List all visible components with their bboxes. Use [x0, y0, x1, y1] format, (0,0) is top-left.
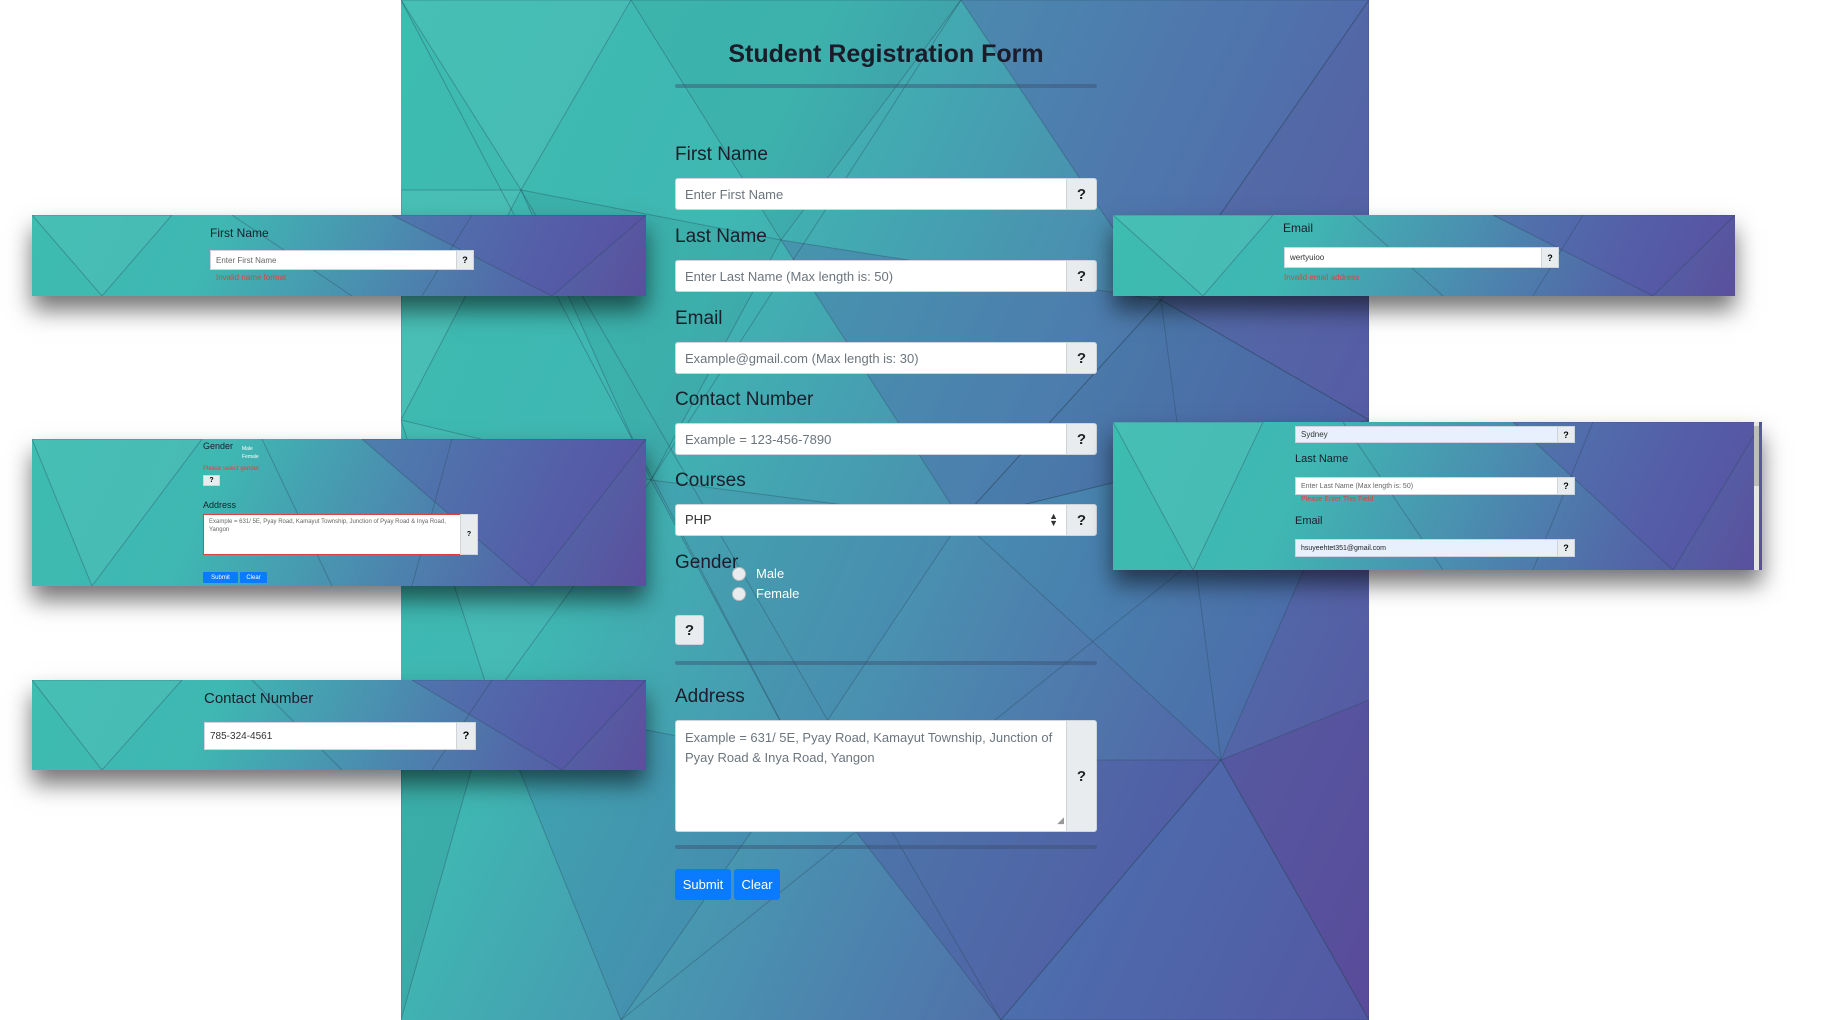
help-icon[interactable]: ?: [1066, 504, 1097, 536]
first-name-input[interactable]: Enter First Name: [210, 250, 456, 270]
clear-button[interactable]: Clear: [240, 572, 267, 583]
resize-handle-icon[interactable]: ◢: [1057, 810, 1064, 830]
contact-input[interactable]: 785-324-4561: [204, 722, 456, 750]
help-icon[interactable]: ?: [1557, 477, 1575, 495]
divider: [675, 661, 1097, 665]
select-arrows-icon: ▲ ▼: [1049, 511, 1058, 528]
address-textarea[interactable]: Example = 631/ 5E, Pyay Road, Kamayut To…: [203, 514, 460, 555]
first-name-group: Enter First Name ?: [210, 250, 474, 270]
courses-label: Courses: [675, 470, 746, 491]
gender-option-label: Male: [756, 566, 785, 581]
first-name-group: ?: [675, 178, 1097, 210]
overlay-filled-form: Sydney ? Last Name Enter Last Name (Max …: [1113, 422, 1762, 570]
first-name-input[interactable]: [675, 178, 1066, 210]
submit-button[interactable]: Submit: [675, 869, 731, 900]
address-label: Address: [203, 500, 237, 510]
submit-button[interactable]: Submit: [203, 572, 238, 583]
gender-error: Please select gender: [203, 466, 260, 472]
email-label: Email: [1283, 221, 1314, 235]
last-name-group: Enter Last Name (Max length is: 50) ?: [1295, 477, 1575, 495]
address-group: Example = 631/ 5E, Pyay Road, Kamayut To…: [203, 514, 478, 555]
gender-label: Gender: [203, 441, 234, 451]
help-icon[interactable]: ?: [1066, 720, 1097, 832]
overlay-contact-filled: Contact Number 785-324-4561 ?: [32, 680, 646, 770]
help-icon[interactable]: ?: [1066, 178, 1097, 210]
courses-group: PHP ▲ ▼ ?: [675, 504, 1097, 536]
email-group: hsuyeehtet351@gmail.com ?: [1295, 539, 1575, 557]
last-name-error: Please Enter This Field: [1301, 496, 1374, 503]
last-name-group: ?: [675, 260, 1097, 292]
contact-input[interactable]: [675, 423, 1066, 455]
email-error: Invalid email address: [1284, 273, 1360, 282]
email-label: Email: [675, 308, 723, 329]
radio-male[interactable]: [732, 566, 746, 581]
scrollbar-thumb[interactable]: [1754, 426, 1759, 486]
courses-select[interactable]: PHP ▲ ▼: [675, 504, 1066, 536]
email-input[interactable]: wertyuioo: [1284, 247, 1541, 268]
page-title: Student Registration Form: [728, 40, 1044, 68]
help-icon[interactable]: ?: [456, 250, 474, 270]
contact-group: ?: [675, 423, 1097, 455]
divider: [675, 845, 1097, 849]
overlay-email-error: Email wertyuioo ? Invalid email address: [1113, 215, 1735, 296]
help-icon[interactable]: ?: [1066, 342, 1097, 374]
last-name-label: Last Name: [1295, 453, 1349, 465]
polygon-background: [32, 439, 646, 586]
gender-option-label: Female: [756, 586, 800, 601]
last-name-input[interactable]: [675, 260, 1066, 292]
help-icon[interactable]: ?: [460, 514, 478, 555]
scrollbar[interactable]: [1754, 422, 1759, 570]
courses-selected: PHP: [685, 512, 712, 527]
email-group: ?: [675, 342, 1097, 374]
gender-option-male[interactable]: Male: [242, 446, 253, 452]
address-group: Example = 631/ 5E, Pyay Road, Kamayut To…: [675, 720, 1097, 832]
first-name-input[interactable]: Sydney: [1295, 426, 1557, 443]
help-icon[interactable]: ?: [1557, 426, 1575, 443]
email-group: wertyuioo ?: [1284, 247, 1559, 268]
address-placeholder: Example = 631/ 5E, Pyay Road, Kamayut To…: [685, 730, 1053, 765]
first-name-label: First Name: [675, 144, 768, 165]
gender-option-female[interactable]: Female: [242, 454, 259, 460]
clear-button[interactable]: Clear: [734, 869, 780, 900]
help-icon[interactable]: ?: [1066, 260, 1097, 292]
help-icon[interactable]: ?: [203, 475, 220, 486]
help-icon[interactable]: ?: [456, 722, 476, 750]
address-label: Address: [675, 686, 745, 707]
contact-label: Contact Number: [675, 389, 814, 410]
email-input[interactable]: hsuyeehtet351@gmail.com: [1295, 539, 1557, 557]
contact-label: Contact Number: [204, 690, 314, 707]
radio-female[interactable]: [732, 586, 746, 601]
help-icon[interactable]: ?: [1541, 247, 1559, 268]
overlay-first-name-error: First Name Enter First Name ? Invalid na…: [32, 215, 646, 296]
last-name-input[interactable]: Enter Last Name (Max length is: 50): [1295, 477, 1557, 495]
overlay-gender-address-error: Gender Male Female Please select gender …: [32, 439, 646, 586]
divider: [675, 84, 1097, 88]
last-name-label: Last Name: [675, 226, 767, 247]
gender-option-male[interactable]: Male: [732, 566, 784, 581]
gender-label: Gender: [675, 552, 739, 573]
first-name-group: Sydney ?: [1295, 426, 1575, 443]
address-textarea[interactable]: Example = 631/ 5E, Pyay Road, Kamayut To…: [675, 720, 1066, 832]
email-input[interactable]: [675, 342, 1066, 374]
contact-group: 785-324-4561 ?: [204, 722, 476, 750]
first-name-label: First Name: [210, 226, 269, 240]
email-label: Email: [1295, 515, 1323, 527]
help-icon[interactable]: ?: [1066, 423, 1097, 455]
first-name-error: Invalid name format: [216, 273, 287, 282]
gender-option-female[interactable]: Female: [732, 586, 799, 601]
help-icon[interactable]: ?: [1557, 539, 1575, 557]
help-icon[interactable]: ?: [675, 615, 704, 645]
